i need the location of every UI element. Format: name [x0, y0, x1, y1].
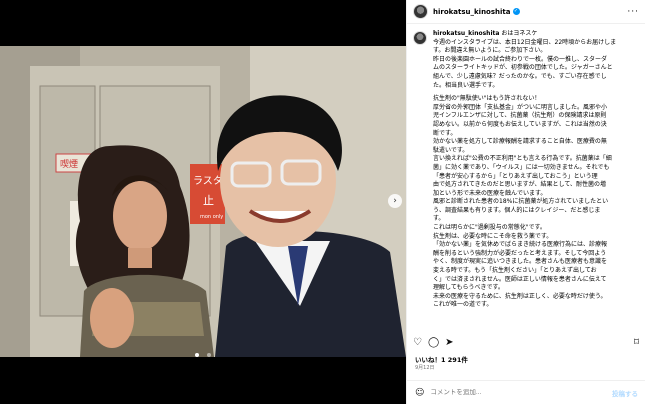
more-horizontal-icon[interactable]: ···: [627, 7, 639, 17]
post-side-panel: hirokatsu_kinoshita ✓ ··· hirokatsu_kino…: [406, 0, 645, 404]
verified-badge-icon: ✓: [512, 8, 520, 15]
caption-username[interactable]: hirokatsu_kinoshita: [433, 30, 499, 37]
post-media: 喫煙 ラスタ 止 mon only ›: [0, 0, 406, 404]
caption: hirokatsu_kinoshita おはヨネスケ 今週のインスタライブは、本…: [407, 30, 645, 330]
caption-line: 「効かない薬」を気休めでばらまき続ける医療行為には、診療報: [433, 241, 608, 249]
post-date: 9月12日: [415, 365, 435, 371]
heart-icon[interactable]: ♡: [413, 337, 422, 348]
caption-line: 加という形で未来の医療を蝕んでいます。: [433, 189, 547, 197]
post-photo: 喫煙 ラスタ 止 mon only: [0, 46, 406, 357]
caption-line: ムのスターライトキッドが、初参戦の団体でした。ジャガーさんと: [433, 64, 613, 72]
sign-center-text-2: 止: [203, 194, 214, 207]
caption-body: hirokatsu_kinoshita おはヨネスケ 今週のインスタライブは、本…: [433, 30, 638, 310]
carousel-indicator: [0, 342, 406, 361]
caption-line: 「患者が安心するから」「とりあえず出しておこう」という理: [433, 172, 598, 180]
emoji-icon[interactable]: ☺: [415, 388, 424, 398]
caption-line: 理解してもらうべきです。: [433, 284, 504, 292]
bookmark-icon[interactable]: ⌑: [634, 337, 639, 348]
caption-line: 風邪と診断された患者の18%に抗菌薬が処方されていましたとい: [433, 198, 609, 206]
like-count[interactable]: いいね！1 291件: [415, 354, 468, 364]
caption-line: 認めない。以前から何度もお伝えしていますが、これは当然の決: [433, 120, 607, 128]
caption-line: う、調査結果も有ります。個人的にはクレイジー、だと感じま: [433, 206, 601, 214]
caption-text: 今週のインスタライブは、本日12日金曜日、22時頃からお届けしま す。お間違え無い…: [433, 39, 638, 310]
caption-line: た。相当良い選手です。: [433, 81, 499, 89]
caption-line: 由で処方されてきたのだと思いますが、結果として、耐性菌の増: [433, 181, 607, 189]
caption-line: これは明らかに"過剰投与の常態化"です。: [433, 224, 546, 232]
caption-line: す。お間違え無いように。ご参加下さい。: [433, 47, 547, 55]
next-photo-button[interactable]: ›: [388, 194, 402, 208]
caption-line: 児インフルエンザに対して、抗菌薬（抗生剤）の保険請求は原則: [433, 112, 607, 120]
caption-line: 抗生剤は、必要な時にこそ命を救う薬です。: [433, 232, 553, 240]
avatar[interactable]: [413, 4, 428, 19]
post-header: hirokatsu_kinoshita ✓ ···: [407, 0, 645, 24]
post-comment-button[interactable]: 投稿する: [612, 388, 638, 398]
caption-line: 今週のインスタライブは、本日12日金曜日、22時頃からお届けしま: [433, 38, 617, 46]
caption-line: 効かない薬を処方して診療報酬を請求すること自体、医療費の無: [433, 138, 607, 146]
caption-avatar[interactable]: [413, 31, 427, 45]
caption-greeting: おはヨネスケ: [501, 30, 538, 37]
comment-icon[interactable]: ◯: [428, 337, 439, 348]
sign-small-text: mon only: [200, 214, 223, 220]
caption-line: 抗生剤の"無駄使い"はもう許されない！: [433, 95, 541, 103]
caption-line: く」では済まされません。医師は正しい情報を患者さんに伝えて: [433, 275, 607, 283]
caption-line: やく、制度が現実に追いつきました。患者さんも医療者も意識を: [433, 258, 608, 266]
caption-line: これが唯一の道です。: [433, 301, 493, 309]
caption-line: 菌」に効く薬であり、「ウイルス」には一切効きません。それでも: [433, 163, 610, 171]
caption-line: 変える時です。もう「抗生剤ください」「とりあえず出してお: [433, 267, 597, 275]
share-icon[interactable]: ➤: [445, 337, 453, 348]
carousel-dot: [195, 353, 200, 357]
photo-illustration: 喫煙 ラスタ 止 mon only: [0, 46, 406, 357]
post-username[interactable]: hirokatsu_kinoshita: [433, 8, 511, 16]
comment-bar: ☺ 投稿する: [407, 380, 645, 404]
carousel-dot: [206, 353, 211, 357]
comment-input[interactable]: [430, 389, 612, 396]
post-actions: ♡ ◯ ➤ ⌑: [413, 335, 639, 349]
caption-line: 断です。: [433, 129, 457, 137]
sign-center-text-1: ラスタ: [193, 175, 223, 187]
sign-left-text: 喫煙: [60, 158, 78, 170]
caption-line: 言い換えれば"公費の不正利用"とも言える行為です。抗菌薬は「細: [433, 155, 612, 163]
caption-line: す。: [433, 215, 445, 223]
caption-line: 組んで、少し遠慮気味？だったのかな。でも、すごい存在感でし: [433, 72, 607, 80]
